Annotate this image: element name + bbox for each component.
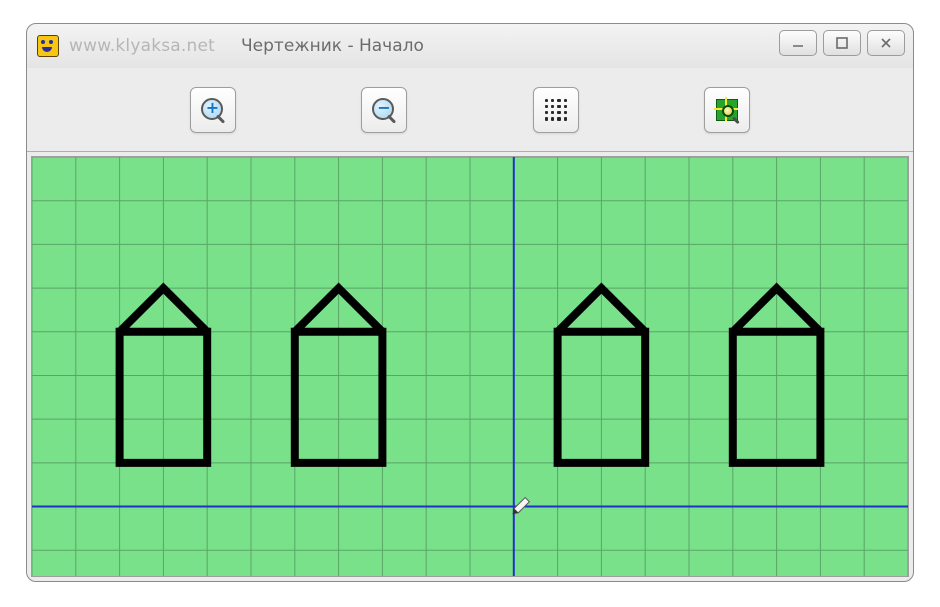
- close-icon: [879, 36, 893, 50]
- close-button[interactable]: [867, 30, 905, 56]
- find-origin-button[interactable]: [704, 87, 750, 133]
- title-url: www.klyaksa.net: [69, 36, 215, 56]
- maximize-button[interactable]: [823, 30, 861, 56]
- grid-toggle-button[interactable]: [533, 87, 579, 133]
- minimize-icon: [791, 36, 805, 50]
- zoom-out-icon: −: [370, 96, 398, 124]
- zoom-out-button[interactable]: −: [361, 87, 407, 133]
- zoom-in-icon: +: [199, 96, 227, 124]
- drawing-canvas[interactable]: [31, 156, 909, 577]
- app-window: www.klyaksa.net Чертежник - Начало + −: [26, 23, 914, 582]
- zoom-in-button[interactable]: +: [190, 87, 236, 133]
- minimize-button[interactable]: [779, 30, 817, 56]
- window-button-group: [779, 30, 905, 56]
- maximize-icon: [835, 36, 849, 50]
- title-bar: www.klyaksa.net Чертежник - Начало: [27, 24, 913, 68]
- window-title: Чертежник - Начало: [241, 36, 424, 56]
- grid-icon: [543, 97, 569, 123]
- canvas-svg: [32, 157, 908, 576]
- toolbar: + −: [27, 68, 913, 152]
- app-icon: [37, 35, 59, 57]
- crosshair-icon: [713, 96, 741, 124]
